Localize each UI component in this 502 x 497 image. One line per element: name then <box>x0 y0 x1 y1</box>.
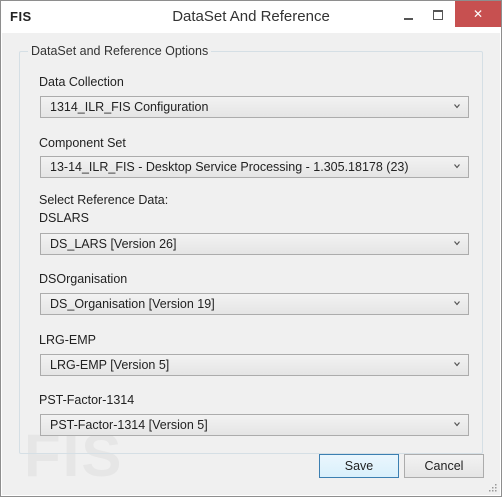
dslars-label: DSLARS <box>39 211 90 225</box>
component-set-select[interactable]: 13-14_ILR_FIS - Desktop Service Processi… <box>40 156 469 178</box>
data-collection-value: 1314_ILR_FIS Configuration <box>50 100 209 114</box>
chevron-down-icon <box>454 104 460 109</box>
pst-factor-select[interactable]: PST-Factor-1314 [Version 5] <box>40 414 469 436</box>
resize-grip-icon[interactable] <box>487 482 497 492</box>
dialog-window: FIS DataSet And Reference ✕ FIS DataSet … <box>0 0 502 497</box>
cancel-button[interactable]: Cancel <box>404 454 484 478</box>
maximize-icon <box>433 10 443 20</box>
dsorganisation-value: DS_Organisation [Version 19] <box>50 297 215 311</box>
close-icon: ✕ <box>472 7 484 21</box>
chevron-down-icon <box>454 164 460 169</box>
chevron-down-icon <box>454 241 460 246</box>
minimize-button[interactable] <box>393 1 423 29</box>
title-bar[interactable]: FIS DataSet And Reference ✕ <box>1 1 501 33</box>
component-set-label: Component Set <box>39 136 126 150</box>
data-collection-label: Data Collection <box>39 75 124 89</box>
lrg-emp-label: LRG-EMP <box>39 333 96 347</box>
dslars-value: DS_LARS [Version 26] <box>50 237 177 251</box>
dslars-select[interactable]: DS_LARS [Version 26] <box>40 233 469 255</box>
pst-factor-label: PST-Factor-1314 <box>39 393 135 407</box>
options-group-legend: DataSet and Reference Options <box>31 44 209 58</box>
close-button[interactable]: ✕ <box>455 1 501 27</box>
save-button[interactable]: Save <box>319 454 399 478</box>
lrg-emp-value: LRG-EMP [Version 5] <box>50 358 170 372</box>
pst-factor-value: PST-Factor-1314 [Version 5] <box>50 418 208 432</box>
lrg-emp-select[interactable]: LRG-EMP [Version 5] <box>40 354 469 376</box>
maximize-button[interactable] <box>423 1 453 29</box>
dsorganisation-label: DSOrganisation <box>39 272 128 286</box>
chevron-down-icon <box>454 422 460 427</box>
chevron-down-icon <box>454 362 460 367</box>
minimize-icon <box>403 18 413 20</box>
dialog-content: FIS DataSet and Reference Options Data C… <box>2 33 500 495</box>
component-set-value: 13-14_ILR_FIS - Desktop Service Processi… <box>50 160 409 174</box>
chevron-down-icon <box>454 301 460 306</box>
data-collection-select[interactable]: 1314_ILR_FIS Configuration <box>40 96 469 118</box>
reference-data-heading: Select Reference Data: <box>39 193 169 207</box>
dsorganisation-select[interactable]: DS_Organisation [Version 19] <box>40 293 469 315</box>
